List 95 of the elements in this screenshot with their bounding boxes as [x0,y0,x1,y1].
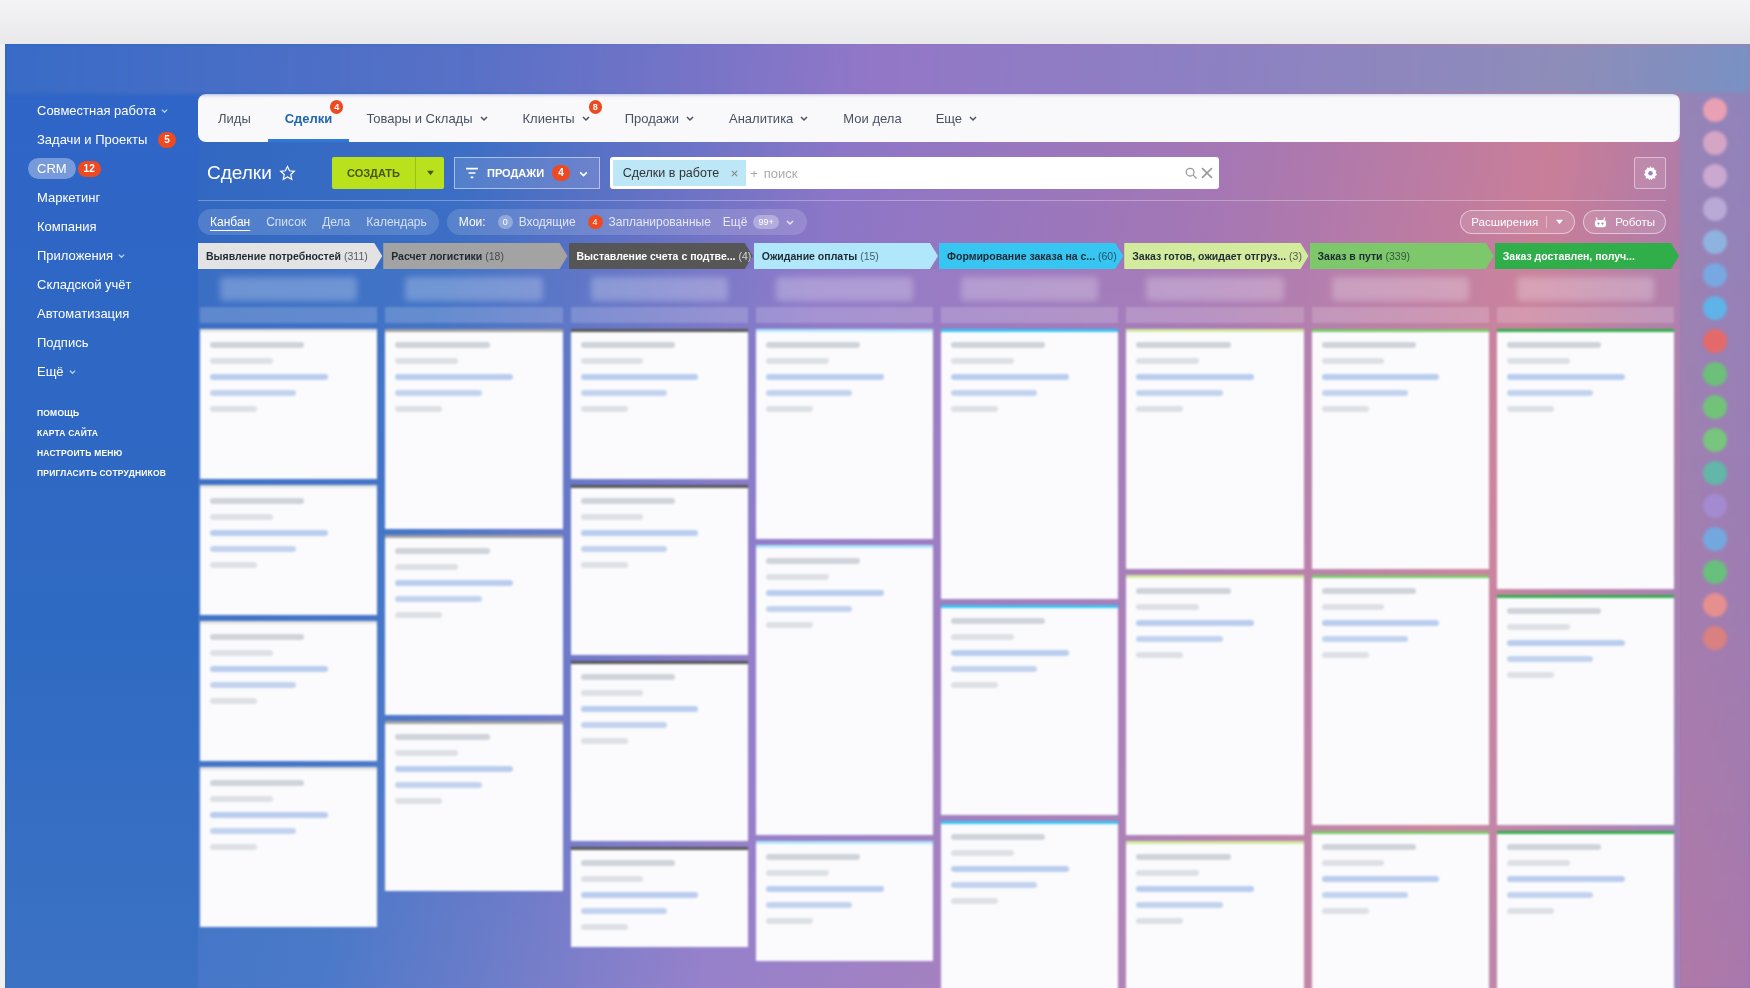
chevron-down-icon [478,114,489,122]
chevron-down-icon [117,252,127,259]
star-icon [278,165,296,181]
menu-tab[interactable]: Лиды [218,94,268,142]
stage-header[interactable]: Расчет логистики (18) [383,243,568,269]
blurred-card[interactable] [941,821,1119,988]
close-icon [1200,167,1213,179]
sidebar-link[interactable]: НАСТРОИТЬ МЕНЮ [37,448,198,458]
robots-button[interactable]: Роботы [1583,210,1666,234]
search-field[interactable]: Сделки в работе + поиск [609,157,1219,189]
search-icon [1184,167,1197,179]
blurred-card[interactable] [1496,831,1674,988]
sidebar-item[interactable]: Совместная работа [28,100,178,121]
menu-tab[interactable]: Аналитика [712,94,827,142]
blurred-card[interactable] [941,605,1119,815]
sidebar-item[interactable]: Подпись [28,332,98,353]
counter-link[interactable]: 0 Входящие [497,215,576,229]
menu-tab[interactable]: Мои дела [826,94,919,142]
add-card-bar[interactable] [755,307,933,323]
filter-icon [465,167,479,179]
chevron-down-icon [799,114,810,122]
chevron-down-icon [159,107,169,114]
sidebar-link[interactable]: ПОМОЩЬ [37,408,198,418]
sidebar-item[interactable]: Компания [28,216,106,237]
chevron-down-icon [685,114,695,122]
add-card-bar[interactable] [1496,307,1674,323]
blurred-card[interactable] [570,847,748,947]
count-badge: 4 [552,165,570,181]
view-tab[interactable]: Дела [314,215,359,229]
sidebar-item[interactable]: Ещё [28,361,86,382]
add-card-bar[interactable] [385,307,563,323]
add-card-bar[interactable] [1126,307,1304,323]
blurred-card[interactable] [570,485,748,655]
blurred-card[interactable] [570,661,748,841]
caret-icon [425,170,435,176]
sidebar-item[interactable]: Задачи и Проекты [28,129,157,150]
page-title: Сделки [207,162,272,184]
filter-button[interactable]: ПРОДАЖИ 4 [454,157,600,189]
robot-icon [1594,216,1608,228]
blurred-card[interactable] [1496,595,1674,825]
sidebar-item[interactable]: Автоматизация [28,303,139,324]
caret-icon [1555,219,1565,225]
add-card-bar[interactable] [200,307,378,323]
settings-button[interactable] [1634,157,1666,189]
chevron-down-icon [968,114,979,122]
sidebar-link[interactable]: КАРТА САЙТА [37,428,198,438]
blurred-card[interactable] [1311,575,1489,825]
add-card-bar[interactable] [1311,307,1489,323]
sidebar-item[interactable]: CRM [28,158,76,179]
create-button[interactable]: СОЗДАТЬ [332,157,444,189]
filter-chip[interactable]: Сделки в работе [612,160,747,186]
view-tab[interactable]: Календарь [358,215,435,229]
count-badge: 99+ [753,215,779,229]
sidebar-item[interactable]: Складской учёт [28,274,141,295]
settings-icon [1642,165,1658,181]
view-tab[interactable]: Список [258,215,315,229]
menu-tab[interactable]: Товары и Склады [349,94,506,142]
counter-link[interactable]: 4 Запланированные [587,215,711,229]
counters-label: Мои: [458,215,486,229]
sidebar-item[interactable]: Маркетинг [28,187,110,208]
stage-header[interactable]: Выставление счета с подтве... (4) [568,243,753,269]
close-icon [731,169,739,177]
chevron-down-icon [784,218,795,226]
sidebar-item[interactable]: Приложения [28,245,136,266]
chevron-down-icon [67,368,77,375]
blurred-card[interactable] [941,329,1119,599]
stage-header[interactable]: Заказ доставлен, получ... [1494,243,1679,269]
count-badge: 8 [588,100,602,114]
stage-header[interactable]: Ожидание оплаты (15) [753,243,938,269]
count-badge: 4 [587,215,603,229]
menu-tab[interactable]: Еще [918,94,996,142]
stage-header[interactable]: Выявление потребностей (311) [198,243,383,269]
blurred-card[interactable] [385,329,563,529]
view-tab[interactable]: Канбан [202,215,259,229]
stage-header[interactable]: Заказ готов, ожидает отгруз... (3) [1124,243,1309,269]
blurred-card[interactable] [1311,329,1489,569]
blurred-card[interactable] [570,329,748,479]
chevron-down-icon [580,114,591,122]
menu-tab[interactable]: Сделки 4 [267,94,350,142]
count-badge: 0 [497,215,513,229]
menu-tab[interactable]: Клиенты 8 [505,94,608,142]
add-card-bar[interactable] [570,307,748,323]
sidebar-link[interactable]: ПРИГЛАСИТЬ СОТРУДНИКОВ [37,468,198,478]
count-badge: 5 [158,131,176,148]
blurred-card[interactable] [1311,831,1489,988]
menu-tab[interactable]: Продажи [607,94,712,142]
stage-header[interactable]: Заказ в пути (339) [1309,243,1494,269]
add-filter-text: + [750,165,758,181]
blurred-card[interactable] [1496,329,1674,589]
add-card-bar[interactable] [941,307,1119,323]
count-badge: 12 [77,160,101,177]
blurred-card[interactable] [385,721,563,891]
count-badge: 4 [330,100,344,114]
blurred-card[interactable] [385,535,563,715]
stage-header[interactable]: Формирование заказа на с... (60) [939,243,1124,269]
